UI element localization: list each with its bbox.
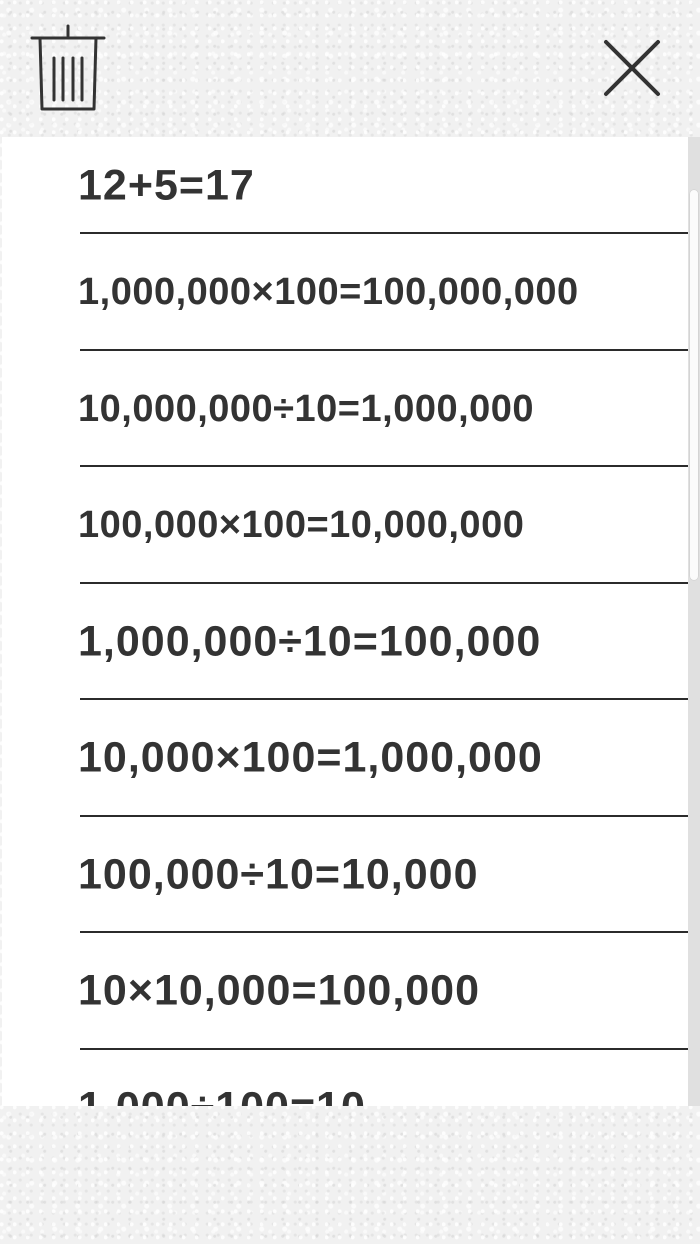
history-expression: 100,000÷10=10,000 xyxy=(78,850,479,899)
history-expression: 1,000,000÷10=100,000 xyxy=(78,617,542,666)
history-list: 12+5=17 1,000,000×100=100,000,000 10,000… xyxy=(2,137,688,1106)
history-expression: 10,000×100=1,000,000 xyxy=(78,733,543,782)
close-button[interactable] xyxy=(598,34,666,102)
history-expression: 10,000,000÷10=1,000,000 xyxy=(78,387,535,430)
clear-history-button[interactable] xyxy=(30,24,106,114)
history-item[interactable]: 100,000÷10=10,000 xyxy=(2,817,688,933)
history-expression: 100,000×100=10,000,000 xyxy=(78,504,525,547)
history-expression: 1,000÷100=10 xyxy=(78,1086,366,1106)
scrollbar-thumb[interactable] xyxy=(689,189,699,581)
history-item[interactable]: 1,000,000÷10=100,000 xyxy=(2,584,688,700)
history-item[interactable]: 1,000,000×100=100,000,000 xyxy=(2,234,688,351)
toolbar xyxy=(0,0,700,137)
history-expression: 1,000,000×100=100,000,000 xyxy=(78,271,579,314)
history-item[interactable]: 10×10,000=100,000 xyxy=(2,933,688,1050)
close-icon xyxy=(604,40,660,96)
history-expression: 10×10,000=100,000 xyxy=(78,966,481,1015)
scrollbar[interactable] xyxy=(688,137,700,1106)
history-item[interactable]: 100,000×100=10,000,000 xyxy=(2,467,688,584)
trash-icon xyxy=(30,24,106,111)
history-item[interactable]: 1,000÷100=10 xyxy=(2,1050,688,1106)
history-panel: 12+5=17 1,000,000×100=100,000,000 10,000… xyxy=(2,137,700,1106)
history-item[interactable]: 12+5=17 xyxy=(2,137,688,234)
history-item[interactable]: 10,000×100=1,000,000 xyxy=(2,700,688,817)
history-item[interactable]: 10,000,000÷10=1,000,000 xyxy=(2,351,688,467)
history-expression: 12+5=17 xyxy=(78,161,255,209)
